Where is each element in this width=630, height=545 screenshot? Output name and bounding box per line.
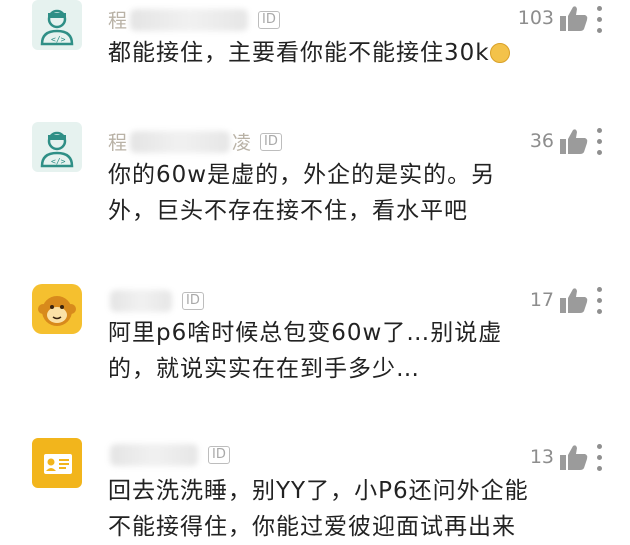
like-count: 36 <box>529 130 554 152</box>
username[interactable]: 程 ID <box>108 6 280 33</box>
more-options-button[interactable] <box>596 6 602 33</box>
more-options-button[interactable] <box>596 287 602 314</box>
avatar[interactable] <box>32 284 82 334</box>
id-card-avatar-icon <box>32 438 82 488</box>
thumb-up-icon <box>560 445 588 470</box>
like-button[interactable]: 36 <box>530 128 588 154</box>
comment-line: 都能接住，主要看你能不能接住30k <box>108 35 548 71</box>
like-button[interactable]: 17 <box>530 287 588 313</box>
thumb-up-icon <box>560 288 588 313</box>
comment-line: 的，就说实实在在到手多少… <box>108 356 420 382</box>
avatar[interactable]: </> <box>32 122 82 172</box>
comment-line: 回去洗洗睡，别YY了，小P6还问外企能 <box>108 478 529 504</box>
more-options-button[interactable] <box>596 128 602 155</box>
like-button[interactable]: 103 <box>518 5 588 31</box>
like-count: 103 <box>517 7 554 29</box>
monkey-avatar-icon <box>32 284 82 334</box>
thumb-up-icon <box>560 129 588 154</box>
comment-line: 不能接得住，你能过爱彼迎面试再出来 <box>108 514 516 540</box>
like-button[interactable]: 13 <box>530 444 588 470</box>
programmer-avatar-icon: </> <box>32 0 82 50</box>
comment-line: 外，巨头不存在接不住，看水平吧 <box>108 198 468 224</box>
id-badge: ID <box>182 292 204 310</box>
username-redaction <box>110 444 198 466</box>
username-redaction <box>110 290 172 312</box>
like-count: 13 <box>529 446 554 468</box>
comment-text: 你的60w是虚的，外企的是实的。另 外，巨头不存在接不住，看水平吧 <box>108 157 548 229</box>
thumb-up-icon <box>560 6 588 31</box>
username[interactable]: 程 凌 ID <box>108 128 282 155</box>
like-count: 17 <box>529 289 554 311</box>
username-visible-text: 程 <box>108 10 129 32</box>
id-badge: ID <box>260 132 282 151</box>
comment-line: 阿里p6啥时候总包变60w了…别说虚 <box>108 320 503 346</box>
svg-text:</>: </> <box>51 35 66 44</box>
avatar[interactable]: </> <box>32 0 82 50</box>
avatar[interactable] <box>32 438 82 488</box>
comment-text: 回去洗洗睡，别YY了，小P6还问外企能 不能接得住，你能过爱彼迎面试再出来 <box>108 473 548 545</box>
username-redaction <box>130 130 231 153</box>
comment-line: 你的60w是虚的，外企的是实的。另 <box>108 162 496 188</box>
username[interactable]: ID <box>108 290 204 312</box>
username-redaction <box>130 8 249 31</box>
username[interactable]: ID <box>108 444 230 466</box>
username-visible-text: 凌 <box>232 132 253 154</box>
comment-text: 阿里p6啥时候总包变60w了…别说虚 的，就说实实在在到手多少… <box>108 315 548 387</box>
grinning-face-emoji-icon <box>489 43 510 63</box>
id-badge: ID <box>258 10 280 29</box>
comment-text: 都能接住，主要看你能不能接住30k <box>108 35 548 71</box>
more-options-button[interactable] <box>596 444 602 471</box>
username-visible-text: 程 <box>108 132 129 154</box>
id-badge: ID <box>208 446 230 464</box>
svg-text:</>: </> <box>51 157 66 166</box>
programmer-avatar-icon: </> <box>32 122 82 172</box>
